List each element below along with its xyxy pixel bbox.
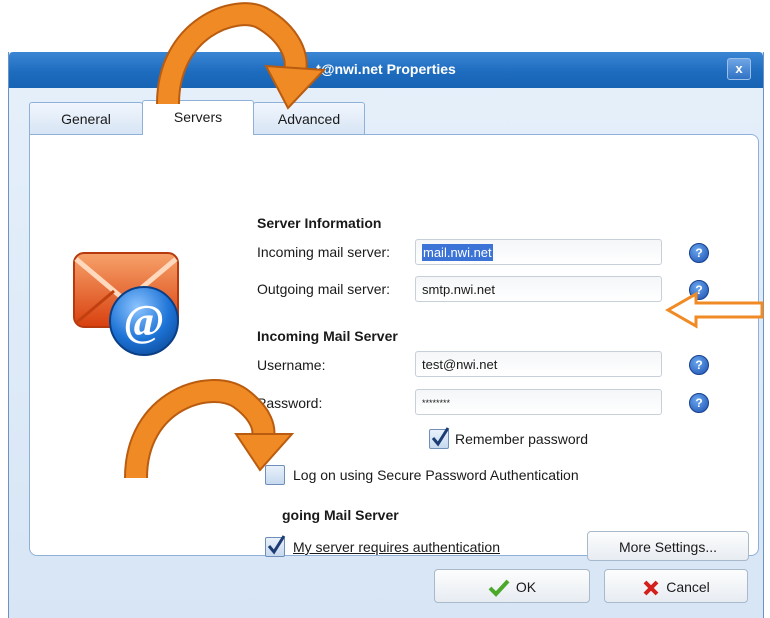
help-icon[interactable]: ?: [689, 280, 709, 300]
ok-button[interactable]: OK: [434, 569, 590, 603]
close-button[interactable]: x: [727, 58, 751, 80]
properties-dialog: t@nwi.net Properties x General Servers A…: [8, 52, 764, 618]
close-icon: x: [735, 61, 743, 76]
tab-general[interactable]: General: [29, 102, 143, 135]
auth-required-label: My server requires authentication: [293, 539, 500, 555]
cancel-x-icon: [643, 580, 659, 596]
more-settings-button[interactable]: More Settings...: [587, 531, 749, 561]
incoming-server-label: Incoming mail server:: [257, 244, 391, 260]
cancel-button[interactable]: Cancel: [604, 569, 748, 603]
cancel-label: Cancel: [666, 579, 710, 595]
help-icon[interactable]: ?: [689, 393, 709, 413]
auth-required-checkbox[interactable]: [265, 535, 286, 557]
mail-account-icon: @: [70, 235, 190, 365]
svg-text:@: @: [124, 296, 165, 345]
password-label: Password:: [257, 395, 323, 411]
password-field[interactable]: ********: [415, 389, 662, 415]
checkmark-icon: [488, 579, 510, 598]
spa-label: Log on using Secure Password Authenticat…: [293, 467, 579, 483]
username-label: Username:: [257, 357, 326, 373]
title-bar: t@nwi.net Properties x: [9, 52, 763, 88]
help-icon[interactable]: ?: [689, 355, 709, 375]
servers-panel: @ Server Information Incoming mail serve…: [29, 134, 759, 561]
outgoing-mail-server-heading: going Mail Server: [282, 507, 399, 523]
remember-password-label: Remember password: [455, 431, 589, 447]
ok-label: OK: [515, 579, 537, 595]
remember-password-checkbox[interactable]: [429, 427, 450, 449]
window-title: t@nwi.net Properties: [316, 61, 456, 77]
incoming-server-field[interactable]: mail.nwi.net: [415, 239, 662, 265]
checkmark-icon: [431, 427, 450, 447]
tab-advanced[interactable]: Advanced: [253, 102, 365, 135]
help-icon[interactable]: ?: [689, 243, 709, 263]
outgoing-server-label: Outgoing mail server:: [257, 281, 391, 297]
server-info-heading: Server Information: [257, 215, 382, 231]
username-field[interactable]: test@nwi.net: [415, 351, 662, 377]
tab-servers[interactable]: Servers: [142, 100, 254, 135]
outgoing-server-field[interactable]: smtp.nwi.net: [415, 276, 662, 302]
incoming-mail-server-heading: Incoming Mail Server: [257, 328, 398, 344]
checkmark-icon: [267, 535, 286, 555]
spa-checkbox[interactable]: [265, 465, 285, 485]
